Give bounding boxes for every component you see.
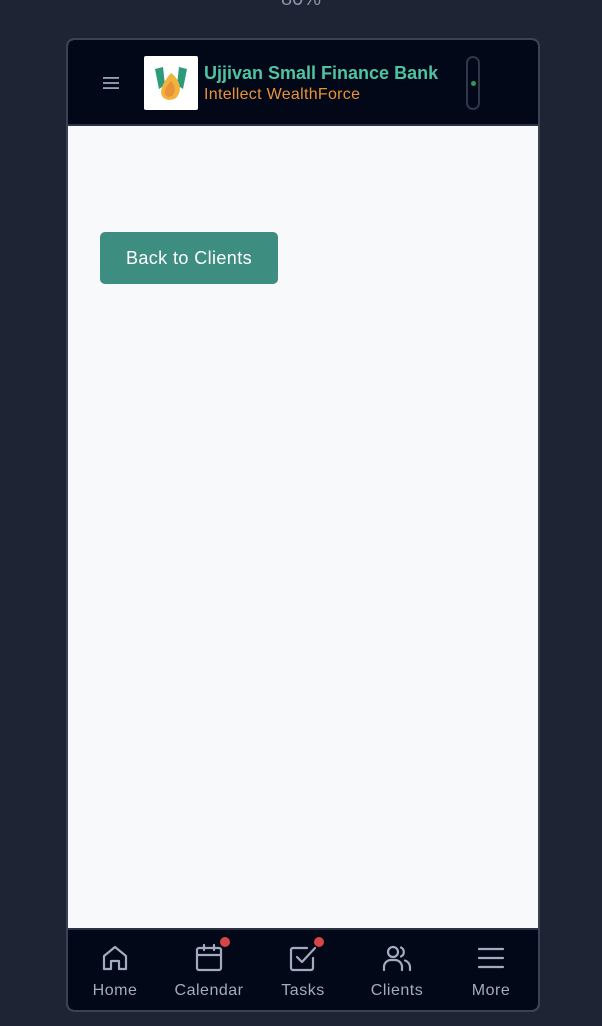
nav-item-home[interactable]: Home <box>68 930 162 1010</box>
tasks-icon <box>287 937 324 974</box>
status-dot <box>470 80 476 86</box>
brand-block: Ujjivan Small Finance Bank Intellect Wea… <box>204 62 438 106</box>
ujjivan-logo-icon <box>155 67 187 100</box>
bank-logo <box>144 56 198 110</box>
nav-item-clients[interactable]: Clients <box>350 930 444 1010</box>
clients-icon <box>381 942 413 974</box>
nav-label-home: Home <box>92 982 138 999</box>
nav-label-calendar: Calendar <box>174 982 244 999</box>
nav-label-more: More <box>471 982 511 999</box>
calendar-notification-badge <box>220 937 230 947</box>
more-icon <box>475 942 507 974</box>
tasks-notification-badge <box>314 937 324 947</box>
main-content: Back to Clients <box>68 128 538 930</box>
mobile-app-frame: Ujjivan Small Finance Bank Intellect Wea… <box>66 38 540 1012</box>
nav-item-calendar[interactable]: Calendar <box>162 930 256 1010</box>
app-header: Ujjivan Small Finance Bank Intellect Wea… <box>68 40 538 126</box>
hamburger-icon <box>103 77 119 89</box>
status-indicator <box>466 56 480 110</box>
back-to-clients-button[interactable]: Back to Clients <box>100 232 278 284</box>
home-icon <box>99 942 131 974</box>
nav-label-tasks: Tasks <box>281 982 325 999</box>
nav-item-more[interactable]: More <box>444 930 538 1010</box>
nav-item-tasks[interactable]: Tasks <box>256 930 350 1010</box>
calendar-icon <box>193 937 230 974</box>
brand-subtitle: Intellect WealthForce <box>204 86 361 103</box>
nav-label-clients: Clients <box>370 982 424 999</box>
menu-button[interactable] <box>100 70 122 96</box>
brand-title: Ujjivan Small Finance Bank <box>204 63 439 83</box>
zoom-level-label: 80% <box>0 0 602 11</box>
bottom-navigation: Home Calendar Tasks Clients More <box>68 928 538 1010</box>
